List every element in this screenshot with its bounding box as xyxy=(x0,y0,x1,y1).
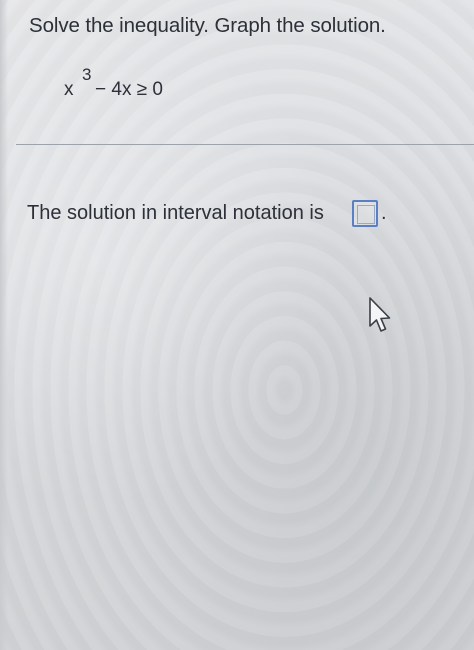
equation-exponent: 3 xyxy=(82,65,92,84)
screen-edge xyxy=(0,0,8,650)
question-instruction: Solve the inequality. Graph the solution… xyxy=(29,14,386,37)
answer-period: . xyxy=(381,202,387,224)
answer-prompt: The solution in interval notation is xyxy=(27,202,324,224)
section-divider xyxy=(16,144,474,145)
equation-base: x xyxy=(64,79,74,100)
arrow-pointer-icon xyxy=(369,297,391,332)
equation-rest: − 4x ≥ 0 xyxy=(95,79,163,100)
interval-answer-value xyxy=(357,205,375,224)
interval-answer-input[interactable] xyxy=(352,200,378,227)
